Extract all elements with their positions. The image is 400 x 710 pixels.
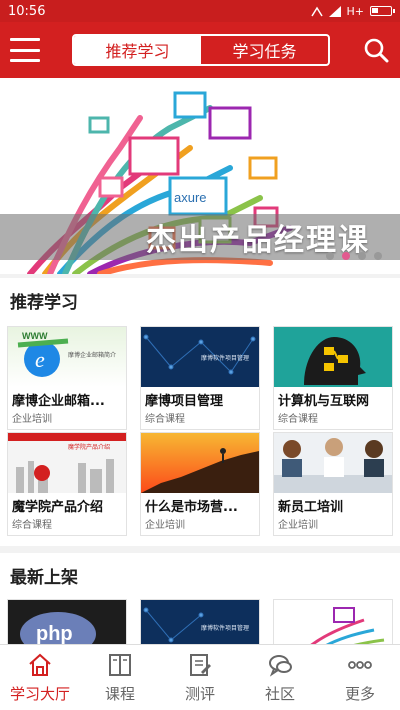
- course-card[interactable]: 计算机与互联网 综合课程: [273, 326, 393, 430]
- course-card[interactable]: 魔学院产品介绍 魔学院产品介绍 综合课程: [7, 432, 127, 536]
- more-icon: [348, 660, 372, 669]
- status-icons: H+: [310, 4, 395, 18]
- carousel-dots: [326, 252, 382, 260]
- banner-brand-logo: axure: [174, 190, 207, 205]
- tab-more[interactable]: 更多: [320, 645, 400, 710]
- course-title: 摩博企业邮箱...: [12, 394, 105, 409]
- course-card[interactable]: 什么是市场营... 企业培训: [140, 432, 260, 536]
- newest-grid: php 摩博软件项目管理: [0, 597, 400, 644]
- course-category: 企业培训: [278, 520, 318, 531]
- wifi-signal-icon: [310, 6, 323, 16]
- tab-label: 社区: [264, 684, 295, 703]
- course-card[interactable]: php: [7, 599, 127, 644]
- book-icon: [109, 653, 131, 676]
- course-thumbnail: [274, 600, 392, 644]
- course-category: 综合课程: [278, 414, 318, 425]
- course-thumbnail: php: [8, 600, 126, 644]
- svg-text:魔学院产品介绍: 魔学院产品介绍: [68, 443, 110, 451]
- tab-assessment[interactable]: 测评: [160, 645, 240, 710]
- course-category: 企业培训: [145, 520, 185, 531]
- course-title: 魔学院产品介绍: [12, 500, 104, 515]
- tab-label: 课程: [104, 684, 135, 703]
- svg-text:摩博软件项目管理: 摩博软件项目管理: [201, 624, 249, 632]
- search-icon[interactable]: [362, 36, 390, 64]
- carousel-dot[interactable]: [374, 252, 382, 260]
- course-title: 什么是市场营...: [145, 500, 238, 515]
- tab-label: 测评: [184, 684, 215, 703]
- tab-label: 更多: [344, 684, 375, 703]
- course-card[interactable]: 新员工培训 企业培训: [273, 432, 393, 536]
- svg-text:摩博企业邮箱简介: 摩博企业邮箱简介: [68, 351, 116, 359]
- course-thumbnail: [141, 433, 259, 493]
- cell-signal-icon: [328, 5, 341, 17]
- recommended-grid: e WWW 摩博企业邮箱简介 摩博企业邮箱... 企业培训 摩博软件项目管理 摩…: [0, 322, 400, 546]
- course-category: 综合课程: [12, 520, 52, 531]
- svg-text:摩博软件项目管理: 摩博软件项目管理: [201, 354, 249, 362]
- course-title: 新员工培训: [278, 500, 344, 515]
- svg-text:e: e: [35, 347, 45, 372]
- course-thumbnail: e WWW 摩博企业邮箱简介: [8, 327, 126, 387]
- carousel-dot-active[interactable]: [342, 252, 350, 260]
- tab-recommended[interactable]: 推荐学习: [74, 36, 201, 64]
- course-thumbnail: 魔学院产品介绍: [8, 433, 126, 493]
- chat-icon: [269, 654, 292, 677]
- course-card[interactable]: [273, 599, 393, 644]
- svg-text:WWW: WWW: [22, 331, 48, 341]
- carousel-dot[interactable]: [326, 252, 334, 260]
- section-title-newest: 最新上架: [0, 553, 400, 597]
- course-thumbnail: [274, 433, 392, 493]
- menu-icon[interactable]: [10, 38, 40, 62]
- tab-learning-hall[interactable]: 学习大厅: [0, 645, 80, 710]
- status-time: 10:56: [8, 3, 46, 19]
- tab-tasks[interactable]: 学习任务: [201, 36, 328, 64]
- course-title: 摩博项目管理: [145, 394, 224, 409]
- course-card[interactable]: 摩博软件项目管理 摩博项目管理 综合课程: [140, 326, 260, 430]
- carousel-dot[interactable]: [358, 252, 366, 260]
- course-thumbnail: 摩博软件项目管理: [141, 327, 259, 387]
- course-category: 企业培训: [12, 414, 52, 425]
- banner-carousel[interactable]: axure 杰出产品经理课: [0, 78, 400, 274]
- course-card[interactable]: e WWW 摩博企业邮箱简介 摩博企业邮箱... 企业培训: [7, 326, 127, 430]
- course-thumbnail: 摩博软件项目管理: [141, 600, 259, 644]
- app-header: 推荐学习 学习任务: [0, 22, 400, 78]
- network-type: H+: [346, 4, 365, 18]
- tab-community[interactable]: 社区: [240, 645, 320, 710]
- tab-label: 学习大厅: [9, 684, 70, 703]
- bottom-tab-bar: 学习大厅 课程 测评 社区 更多: [0, 644, 400, 710]
- course-category: 综合课程: [145, 414, 185, 425]
- course-title: 计算机与互联网: [278, 394, 370, 409]
- course-thumbnail: [274, 327, 392, 387]
- tab-courses[interactable]: 课程: [80, 645, 160, 710]
- header-segmented-tabs: 推荐学习 学习任务: [72, 34, 330, 66]
- status-bar: 10:56 H+: [0, 0, 400, 22]
- svg-text:php: php: [36, 623, 73, 644]
- edit-icon: [190, 653, 211, 676]
- section-title-recommended: 推荐学习: [0, 278, 400, 322]
- course-card[interactable]: 摩博软件项目管理: [140, 599, 260, 644]
- battery-icon: [370, 6, 395, 16]
- home-icon: [29, 653, 51, 676]
